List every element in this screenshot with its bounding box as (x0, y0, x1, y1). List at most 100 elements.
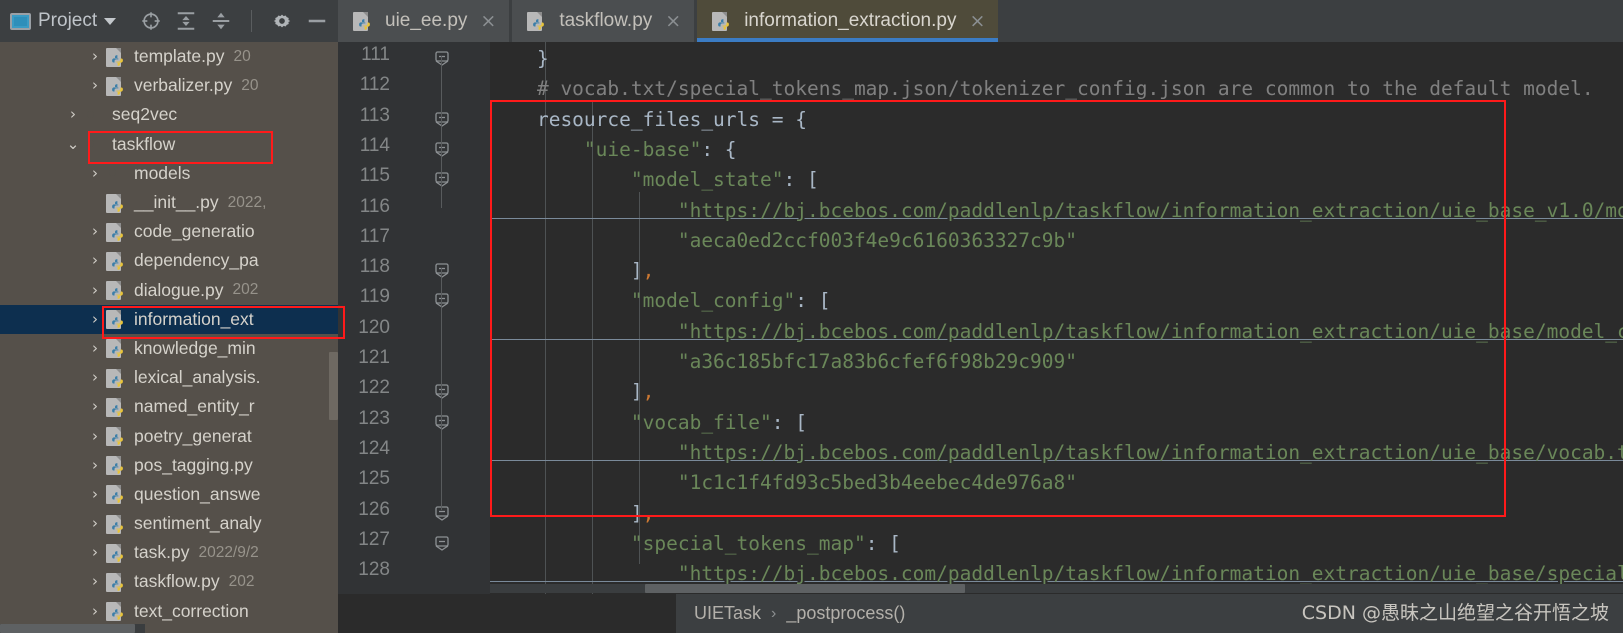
chevron-right-icon[interactable]: › (84, 574, 106, 589)
chevron-right-icon[interactable]: › (84, 165, 106, 181)
editor-tab-information-extraction-py[interactable]: information_extraction.py × (697, 0, 999, 42)
fold-minus-box-icon[interactable] (434, 111, 450, 127)
fold-minus-box-icon[interactable] (434, 292, 450, 309)
tree-item-taskflow[interactable]: ⌄ taskflow (0, 130, 338, 159)
tree-item-text-correction[interactable]: › text_correction (0, 597, 338, 626)
editor-hscrollbar[interactable] (645, 584, 965, 593)
close-icon[interactable]: × (969, 10, 985, 32)
tree-item-code-generatio[interactable]: › code_generatio (0, 217, 338, 246)
chevron-right-icon[interactable]: › (84, 78, 106, 93)
code-line[interactable]: "https://bj.bcebos.com/paddlenlp/taskflo… (490, 196, 1623, 226)
chevron-right-icon[interactable]: › (84, 195, 106, 210)
fold-minus-circle-icon[interactable] (434, 50, 450, 66)
tree-item--init-py[interactable]: › __init__.py 2022, (0, 188, 338, 217)
chevron-right-icon[interactable]: › (84, 340, 106, 356)
tree-item-dialogue-py[interactable]: › dialogue.py 202 (0, 276, 338, 305)
code-line[interactable]: "model_state": [ (490, 165, 819, 195)
code-line[interactable]: "uie-base": { (490, 135, 737, 165)
code-line[interactable]: "https://bj.bcebos.com/paddlenlp/taskflo… (490, 317, 1623, 347)
code-line[interactable]: ], (490, 499, 655, 529)
code-token: "https://bj.bcebos.com/paddlenlp/taskflo… (490, 440, 1623, 464)
chevron-right-icon[interactable]: › (84, 224, 106, 239)
tree-hscrollbar[interactable] (0, 624, 135, 633)
tree-item-label: question_answe (134, 483, 261, 504)
close-icon[interactable]: × (665, 10, 681, 32)
chevron-right-icon[interactable]: › (84, 49, 106, 64)
locate-target-icon[interactable] (140, 10, 162, 32)
tree-item-date: 202 (232, 281, 259, 299)
code-token: ] (490, 380, 643, 404)
collapse-all-icon[interactable] (210, 10, 232, 32)
chevron-down-icon[interactable]: ⌄ (62, 136, 84, 152)
tree-item-pos-tagging-py[interactable]: › pos_tagging.py (0, 451, 338, 480)
code-token: "https://bj.bcebos.com/paddlenlp/taskflo… (677, 562, 1623, 586)
code-line[interactable]: ], (490, 256, 655, 286)
gutter-line-number: 111 (361, 44, 390, 65)
breadcrumb-item-class[interactable]: UIETask (694, 603, 761, 624)
code-line[interactable]: ], (490, 377, 655, 407)
project-view-selector[interactable]: Project (6, 8, 120, 34)
chevron-right-icon[interactable]: › (84, 516, 106, 531)
chevron-right-icon[interactable]: › (84, 545, 106, 560)
code-token: "https://bj.bcebos.com/paddlenlp/taskflo… (677, 319, 1623, 343)
tree-item-seq2vec[interactable]: › seq2vec (0, 100, 338, 129)
chevron-right-icon[interactable]: › (84, 603, 106, 619)
tree-item-dependency-pa[interactable]: › dependency_pa (0, 246, 338, 275)
tree-item-lexical-analysis-[interactable]: › lexical_analysis. (0, 363, 338, 392)
code-token: # vocab.txt/special_tokens_map.json/toke… (490, 77, 1594, 101)
tree-item-models[interactable]: › models (0, 159, 338, 188)
tree-item-task-py[interactable]: › task.py 2022/9/2 (0, 538, 338, 567)
chevron-right-icon[interactable]: › (84, 370, 106, 385)
code-line[interactable]: # vocab.txt/special_tokens_map.json/toke… (490, 74, 1594, 104)
expand-all-icon[interactable] (175, 10, 197, 32)
editor-tab-taskflow-py[interactable]: taskflow.py × (512, 0, 695, 42)
fold-minus-circle-icon[interactable] (434, 262, 450, 278)
chevron-right-icon[interactable]: › (84, 311, 106, 327)
tree-item-named-entity-r[interactable]: › named_entity_r (0, 392, 338, 421)
code-token: : [ (865, 531, 901, 555)
fold-minus-circle-icon[interactable] (434, 505, 450, 521)
tree-item-taskflow-py[interactable]: › taskflow.py 202 (0, 567, 338, 596)
code-line[interactable]: "1c1c1f4fd93c5bed3b4eebec4de976a8" (490, 468, 1077, 498)
chevron-right-icon[interactable]: › (84, 457, 106, 473)
chevron-right-icon[interactable]: › (84, 282, 106, 298)
code-content[interactable]: } # vocab.txt/special_tokens_map.json/to… (490, 42, 1623, 594)
chevron-down-icon[interactable] (104, 17, 117, 25)
project-pane-toolbar: Project (0, 0, 338, 42)
tree-item-verbalizer-py[interactable]: › verbalizer.py 20 (0, 71, 338, 100)
fold-minus-box-icon[interactable] (434, 414, 450, 430)
code-token: , (642, 501, 655, 525)
tree-item-knowledge-min[interactable]: › knowledge_min (0, 334, 338, 363)
code-line[interactable]: "a36c185bfc17a83b6cfef6f98b29c909" (490, 347, 1077, 377)
gear-icon[interactable] (271, 10, 293, 32)
tree-item-label: template.py (134, 46, 225, 67)
chevron-right-icon[interactable]: › (62, 107, 84, 122)
code-line[interactable]: "model_config": [ (490, 286, 831, 316)
editor-tab-uie-ee-py[interactable]: uie_ee.py × (338, 0, 510, 42)
fold-minus-box-icon[interactable] (434, 171, 450, 187)
chevron-right-icon[interactable]: › (84, 428, 106, 444)
fold-minus-box-icon[interactable] (434, 535, 450, 551)
chevron-right-icon[interactable]: › (84, 253, 106, 268)
code-line[interactable]: "https://bj.bcebos.com/paddlenlp/taskflo… (490, 438, 1623, 468)
fold-minus-box-icon[interactable] (434, 141, 450, 157)
code-line[interactable]: "aeca0ed2ccf003f4e9c6160363327c9b" (490, 226, 1077, 256)
code-line[interactable]: resource_files_urls = { (490, 105, 807, 135)
tree-item-sentiment-analy[interactable]: › sentiment_analy (0, 509, 338, 538)
code-line[interactable]: "vocab_file": [ (490, 408, 807, 438)
tree-item-information-ext[interactable]: › information_ext (0, 304, 338, 334)
tree-item-label: code_generatio (134, 221, 255, 242)
tree-item-label: named_entity_r (134, 396, 255, 417)
close-icon[interactable]: × (480, 10, 496, 32)
minimize-icon[interactable] (306, 10, 328, 32)
tree-item-poetry-generat[interactable]: › poetry_generat (0, 421, 338, 450)
chevron-right-icon[interactable]: › (84, 486, 106, 502)
code-line[interactable]: "special_tokens_map": [ (490, 529, 901, 559)
project-tree[interactable]: › template.py 20 › verbalizer.py 20 › seq2vec ⌄ t… (0, 42, 338, 633)
code-line[interactable]: } (490, 44, 549, 74)
breadcrumb-item-method[interactable]: _postprocess() (786, 603, 905, 624)
chevron-right-icon[interactable]: › (84, 399, 106, 414)
tree-item-template-py[interactable]: › template.py 20 (0, 42, 338, 71)
fold-minus-circle-icon[interactable] (434, 383, 450, 400)
tree-item-question-answe[interactable]: › question_answe (0, 480, 338, 509)
